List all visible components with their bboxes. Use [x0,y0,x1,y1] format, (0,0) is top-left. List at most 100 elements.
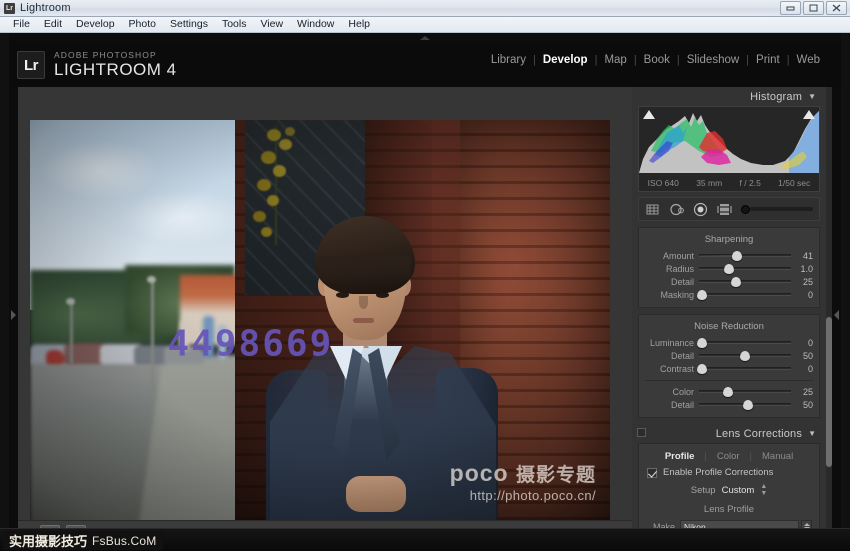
main-body: 4498669 poco 摄影专题 http://photo.poco.cn/ [9,87,841,542]
sharpening-title: Sharpening [704,234,754,245]
application-window: Lr Lightroom File Edit Develop Photo Set… [0,0,850,551]
lens-corrections-tabs: Profile | Color | Manual [639,451,819,462]
slider-sharpening-masking[interactable]: Masking 0 [639,288,819,301]
app-icon: Lr [4,2,15,14]
menu-settings[interactable]: Settings [163,17,215,32]
develop-tool-strip [638,197,820,221]
slider-value: 25 [802,276,813,287]
image-watermark-poco: poco 摄影专题 http://photo.poco.cn/ [450,462,596,504]
window-title: Lightroom [20,2,71,14]
slider-value: 0 [807,289,813,300]
slider-noise-detail[interactable]: Detail 50 [639,349,819,362]
setup-row[interactable]: Setup Custom ▲ ▼ [639,483,819,497]
module-print[interactable]: Print [749,54,787,66]
chevron-down-icon[interactable]: ▼ [808,429,816,438]
module-map[interactable]: Map [597,54,633,66]
module-web[interactable]: Web [790,54,827,66]
slider-label: Masking [660,289,694,300]
tool-size-slider[interactable] [741,204,813,214]
taskbar: 实用摄影技巧 FsBus.CoM [0,528,850,551]
setup-label: Setup [690,484,716,496]
enable-profile-corrections-row[interactable]: Enable Profile Corrections [639,467,819,478]
preview-image: 4498669 poco 摄影专题 http://photo.poco.cn/ [30,120,610,534]
slider-value: 50 [802,350,813,361]
close-button[interactable] [826,1,847,15]
spot-removal-icon[interactable] [669,202,684,217]
right-panel-scrollbar[interactable] [826,87,832,542]
slider-value: 0 [807,337,813,348]
window-titlebar: Lr Lightroom [0,0,850,17]
stepper-icon[interactable]: ▲ ▼ [760,483,767,497]
slider-label: Luminance [649,337,694,348]
left-panel-collapse-toggle[interactable] [9,87,18,542]
module-develop[interactable]: Develop [536,54,595,66]
menu-photo[interactable]: Photo [122,17,163,32]
slider-sharpening-detail[interactable]: Detail 25 [639,275,819,288]
enable-profile-corrections-label: Enable Profile Corrections [663,467,774,478]
exif-aperture: f / 2.5 [739,178,761,188]
minimize-button[interactable] [780,1,801,15]
slider-value: 25 [802,386,813,397]
menu-file[interactable]: File [6,17,37,32]
graduated-filter-icon[interactable] [717,202,732,217]
enable-profile-corrections-checkbox[interactable] [647,467,657,478]
slider-label: Contrast [659,363,694,374]
right-panel-collapse-toggle[interactable] [832,87,841,542]
histogram-panel-header[interactable]: Histogram ▼ [632,87,826,106]
histogram-title: Histogram [750,90,803,103]
menu-tools[interactable]: Tools [215,17,254,32]
module-library[interactable]: Library [484,54,533,66]
photo-stage[interactable]: 4498669 poco 摄影专题 http://photo.poco.cn/ [30,120,610,534]
lens-corrections-panel-header[interactable]: Lens Corrections ▼ [632,424,826,443]
slider-value: 1.0 [800,263,813,274]
slider-value: 41 [802,250,813,261]
maximize-button[interactable] [803,1,824,15]
exif-readout: ISO 640 35 mm f / 2.5 1/50 sec [639,178,819,188]
slider-noise-color-detail[interactable]: Detail 50 [639,398,819,411]
left-frame [0,33,9,551]
menu-window[interactable]: Window [290,17,341,32]
setup-value[interactable]: Custom [722,485,755,496]
menu-view[interactable]: View [253,17,290,32]
highlight-clipping-indicator[interactable] [803,110,815,119]
module-book[interactable]: Book [637,54,677,66]
chevron-left-icon [834,309,839,320]
exif-focal-length: 35 mm [696,178,723,188]
photo-lamp-post-2 [151,280,154,398]
slider-label: Detail [670,276,694,287]
slider-value: 0 [807,363,813,374]
tab-color[interactable]: Color [707,451,750,462]
identity-plate: ADOBE PHOTOSHOP LIGHTROOM 4 [54,50,177,79]
slider-noise-contrast[interactable]: Contrast 0 [639,362,819,375]
image-watermark-digits: 4498669 [167,323,334,365]
noise-reduction-panel: Noise Reduction Luminance 0 Detail 50 Co… [638,314,820,418]
red-eye-icon[interactable] [693,202,708,217]
menu-bar: File Edit Develop Photo Settings Tools V… [0,17,850,33]
module-slideshow[interactable]: Slideshow [680,54,746,66]
menu-develop[interactable]: Develop [69,17,122,32]
chevron-down-icon[interactable]: ▼ [808,92,816,101]
histogram-graph[interactable]: ISO 640 35 mm f / 2.5 1/50 sec [638,106,820,192]
noise-reduction-title: Noise Reduction [694,321,764,332]
slider-label: Detail [670,350,694,361]
panel-enable-switch[interactable] [637,428,646,437]
menu-edit[interactable]: Edit [37,17,69,32]
window-controls [780,1,847,15]
tab-profile[interactable]: Profile [655,451,705,462]
tab-manual[interactable]: Manual [752,451,803,462]
slider-sharpening-radius[interactable]: Radius 1.0 [639,262,819,275]
right-panel-scrollbar-thumb[interactable] [826,317,832,467]
slider-label: Detail [670,399,694,410]
menu-help[interactable]: Help [341,17,377,32]
slider-noise-luminance[interactable]: Luminance 0 [639,336,819,349]
slider-sharpening-amount[interactable]: Amount 41 [639,249,819,262]
module-picker: Library | Develop | Map | Book | Slidesh… [484,54,827,66]
site-watermark: 实用摄影技巧 FsBus.CoM [3,531,163,550]
chevron-up-icon [420,35,430,40]
slider-noise-color[interactable]: Color 25 [639,385,819,398]
watermark-url: http://photo.poco.cn/ [469,488,596,503]
top-panel-collapse-toggle[interactable] [9,33,841,42]
crop-overlay-icon[interactable] [645,202,660,217]
shadow-clipping-indicator[interactable] [643,110,655,119]
site-watermark-cn: 实用摄影技巧 [9,535,88,550]
